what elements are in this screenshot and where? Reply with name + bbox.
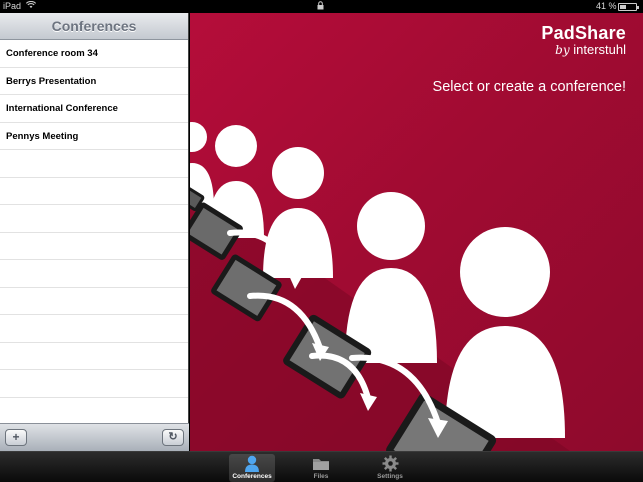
conference-list-item[interactable]: International Conference xyxy=(0,95,188,123)
tab-label: Conferences xyxy=(232,473,272,480)
conference-list-panel: Conferences Conference room 34 Berrys Pre… xyxy=(0,13,189,451)
refresh-icon: ↻ xyxy=(168,431,178,443)
empty-list-row xyxy=(0,150,188,178)
logo-name: PadShare xyxy=(541,23,626,43)
conference-list-item[interactable]: Berrys Presentation xyxy=(0,68,188,95)
page-title: Conferences xyxy=(51,18,137,34)
tab-conferences[interactable]: Conferences xyxy=(229,454,275,482)
tab-bar: Conferences Files Settings xyxy=(0,451,643,482)
tab-label: Files xyxy=(313,473,329,480)
master-toolbar: + ↻ xyxy=(0,423,189,451)
tab-files[interactable]: Files xyxy=(298,454,344,482)
person-icon xyxy=(245,455,259,472)
lock-icon xyxy=(317,1,324,12)
status-bar: iPad 41 % xyxy=(0,0,643,13)
conference-list-item[interactable]: Conference room 34 xyxy=(0,40,188,68)
empty-list-row xyxy=(0,315,188,343)
conference-list: Conference room 34 Berrys Presentation Int… xyxy=(0,40,188,425)
empty-list-row xyxy=(0,288,188,315)
plus-icon: + xyxy=(12,430,20,444)
empty-list-row xyxy=(0,178,188,205)
empty-list-row xyxy=(0,205,188,233)
logo-byline: by interstuhl xyxy=(541,42,626,57)
logo-company: interstuhl xyxy=(573,42,626,57)
empty-list-row xyxy=(0,370,188,398)
battery-percent: 41 % xyxy=(596,1,617,11)
conference-list-item[interactable]: Pennys Meeting xyxy=(0,123,188,150)
logo-by: by xyxy=(555,43,570,57)
empty-list-row xyxy=(0,343,188,370)
battery-icon xyxy=(618,3,639,11)
empty-state-prompt: Select or create a conference! xyxy=(432,79,626,95)
empty-list-row xyxy=(0,233,188,260)
wifi-icon xyxy=(25,0,37,11)
tab-settings[interactable]: Settings xyxy=(367,454,413,482)
padshare-logo: PadShare by interstuhl xyxy=(541,23,626,57)
add-conference-button[interactable]: + xyxy=(5,429,27,446)
empty-list-row xyxy=(0,398,188,425)
carrier-label: iPad xyxy=(3,1,22,11)
tab-label: Settings xyxy=(377,473,403,480)
folder-icon xyxy=(313,459,329,470)
detail-panel: PadShare by interstuhl Select or create … xyxy=(190,13,643,451)
master-navbar: Conferences xyxy=(0,13,188,40)
gear-icon xyxy=(382,455,398,472)
empty-list-row xyxy=(0,260,188,288)
refresh-button[interactable]: ↻ xyxy=(162,429,184,446)
